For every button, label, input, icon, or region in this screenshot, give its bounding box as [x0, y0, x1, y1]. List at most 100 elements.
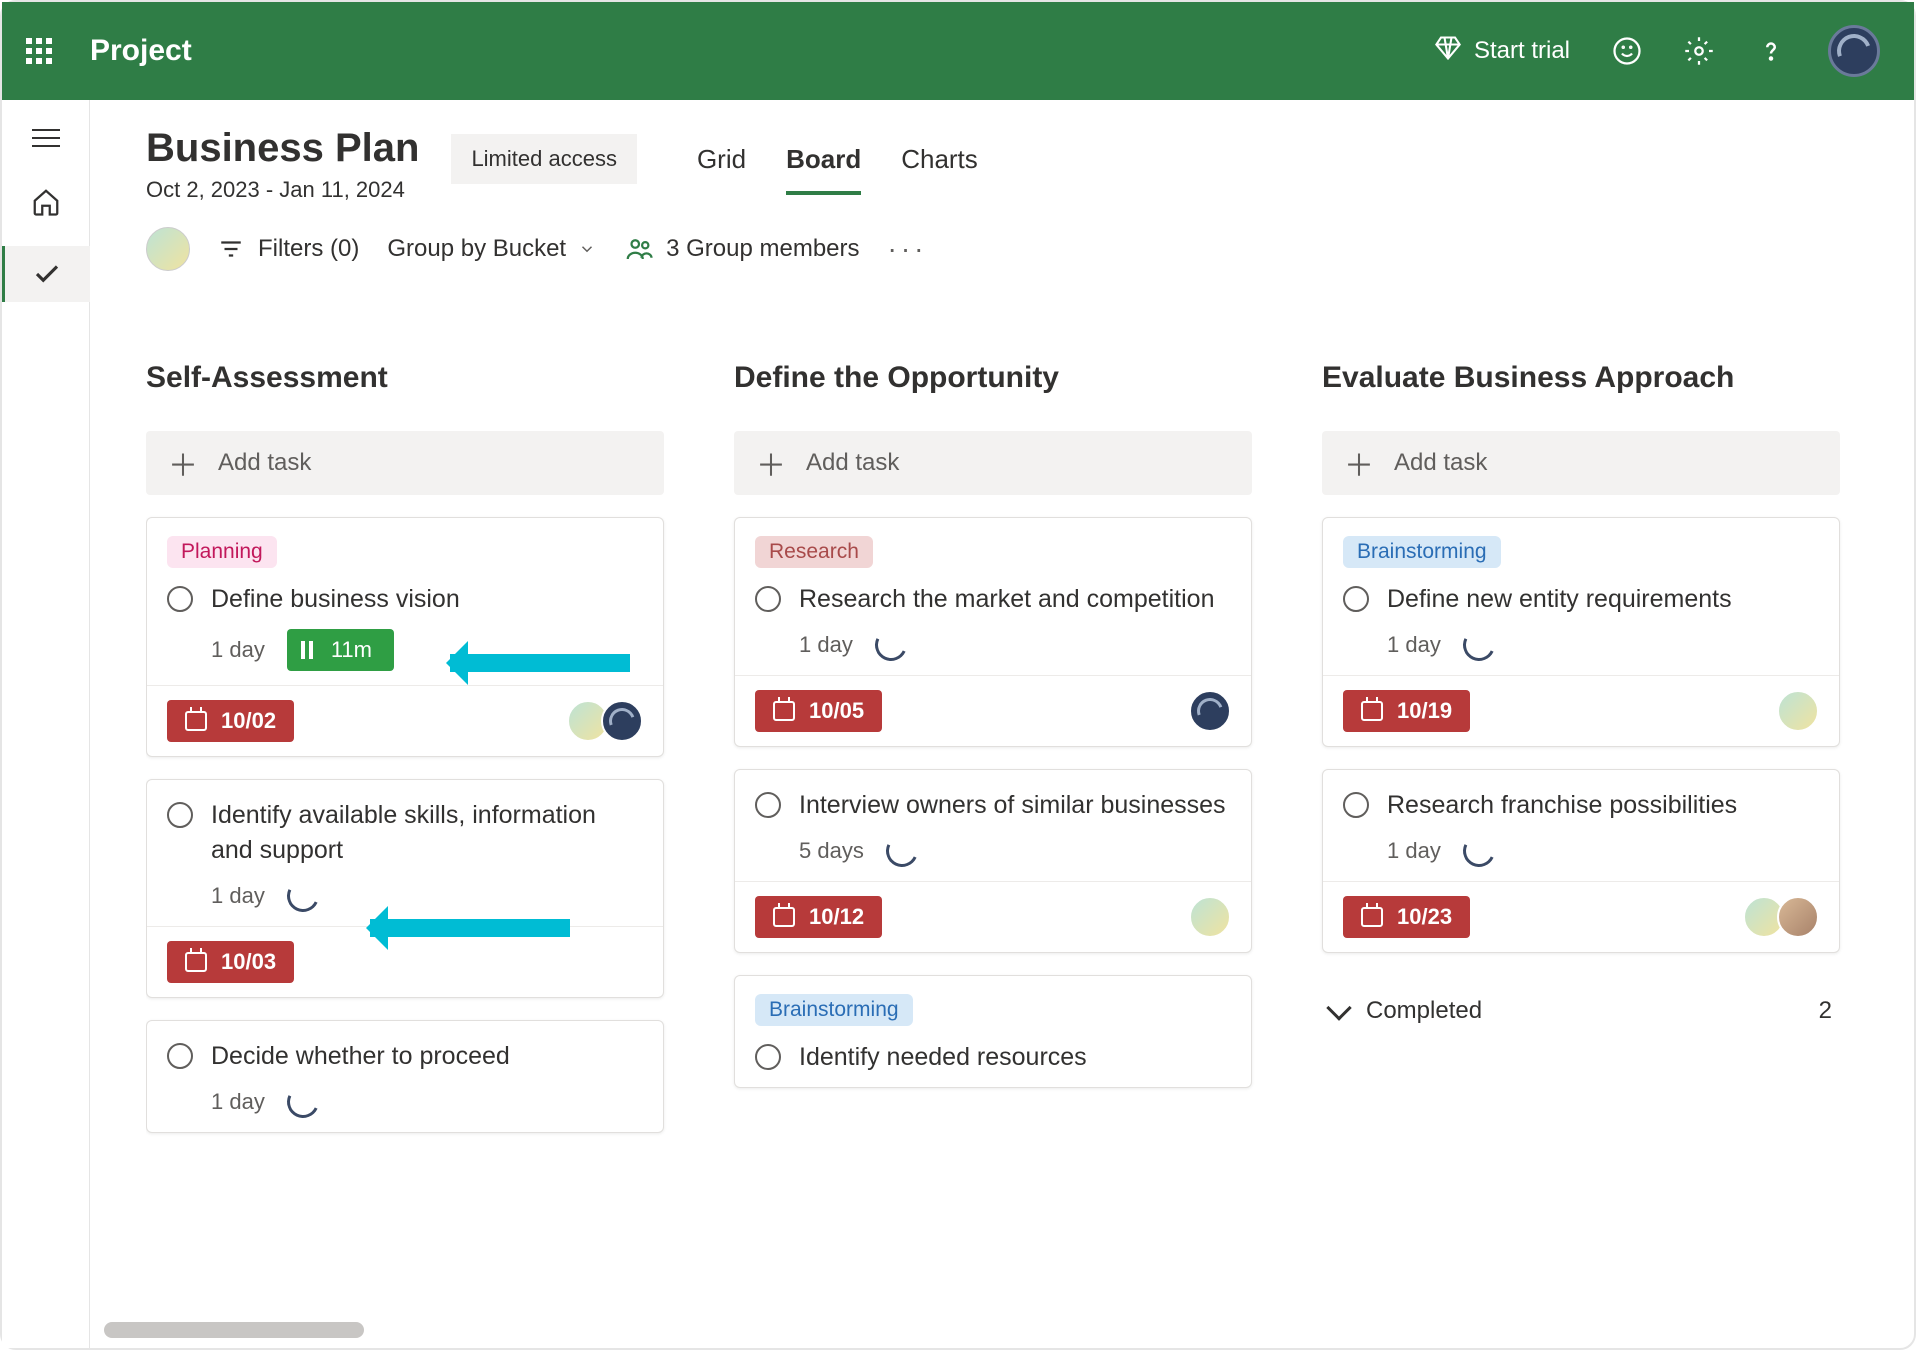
tab-board[interactable]: Board	[786, 144, 861, 195]
date-badge[interactable]: 10/19	[1343, 690, 1470, 732]
complete-toggle[interactable]	[167, 586, 193, 612]
date-badge[interactable]: 10/02	[167, 700, 294, 742]
progress-icon[interactable]	[1458, 830, 1499, 871]
tag-brainstorming[interactable]: Brainstorming	[755, 994, 913, 1026]
task-title: Decide whether to proceed	[211, 1039, 510, 1074]
task-title: Identify needed resources	[799, 1040, 1087, 1075]
task-duration: 1 day	[1387, 838, 1441, 864]
task-card[interactable]: Brainstorming Define new entity requirem…	[1322, 517, 1840, 747]
task-title: Research franchise possibilities	[1387, 788, 1737, 823]
completed-count: 2	[1819, 997, 1832, 1025]
project-dates: Oct 2, 2023 - Jan 11, 2024	[146, 177, 419, 203]
task-title: Define new entity requirements	[1387, 582, 1732, 617]
complete-toggle[interactable]	[1343, 586, 1369, 612]
task-card[interactable]: Identify available skills, information a…	[146, 779, 664, 998]
plus-icon: ＋	[1344, 441, 1374, 485]
task-duration: 1 day	[211, 637, 265, 663]
top-header: Project Start trial	[2, 2, 1914, 100]
task-card[interactable]: Decide whether to proceed 1 day	[146, 1020, 664, 1133]
assignee-avatar[interactable]	[1189, 690, 1231, 732]
start-trial-button[interactable]: Start trial	[1434, 34, 1570, 69]
complete-toggle[interactable]	[755, 586, 781, 612]
tasks-nav[interactable]	[2, 246, 90, 302]
assignees[interactable]	[575, 700, 643, 742]
task-card[interactable]: Research Research the market and competi…	[734, 517, 1252, 747]
project-title[interactable]: Business Plan	[146, 126, 419, 171]
home-nav[interactable]	[26, 182, 66, 222]
tab-grid[interactable]: Grid	[697, 144, 746, 195]
assignees[interactable]	[1785, 690, 1819, 732]
group-by-button[interactable]: Group by Bucket	[387, 235, 596, 263]
add-task-button[interactable]: ＋ Add task	[734, 431, 1252, 495]
calendar-icon	[1361, 701, 1383, 721]
gear-icon[interactable]	[1684, 36, 1714, 66]
assignees[interactable]	[1751, 896, 1819, 938]
date-badge[interactable]: 10/05	[755, 690, 882, 732]
home-icon	[31, 187, 61, 217]
progress-icon[interactable]	[881, 830, 922, 871]
horizontal-scrollbar[interactable]	[104, 1322, 364, 1338]
timer-badge[interactable]: 11m	[287, 629, 394, 671]
task-title: Interview owners of similar businesses	[799, 788, 1226, 823]
tab-charts[interactable]: Charts	[901, 144, 978, 195]
tag-brainstorming[interactable]: Brainstorming	[1343, 536, 1501, 568]
user-avatar[interactable]	[1828, 25, 1880, 77]
progress-icon[interactable]	[870, 624, 911, 665]
calendar-icon	[185, 711, 207, 731]
completed-section[interactable]: Completed 2	[1322, 983, 1840, 1039]
add-task-button[interactable]: ＋ Add task	[1322, 431, 1840, 495]
assignee-avatar[interactable]	[1777, 690, 1819, 732]
task-duration: 1 day	[1387, 632, 1441, 658]
assignee-avatar[interactable]	[1189, 896, 1231, 938]
task-duration: 1 day	[211, 883, 265, 909]
task-title: Research the market and competition	[799, 582, 1215, 617]
column-title[interactable]: Define the Opportunity	[734, 361, 1252, 395]
assignee-avatar[interactable]	[1777, 896, 1819, 938]
column-evaluate-approach: Evaluate Business Approach ＋ Add task Br…	[1322, 361, 1840, 1133]
complete-toggle[interactable]	[755, 1044, 781, 1070]
diamond-icon	[1434, 34, 1462, 69]
access-badge[interactable]: Limited access	[451, 134, 637, 184]
app-launcher-icon[interactable]	[26, 38, 52, 64]
task-card[interactable]: Planning Define business vision 1 day 11…	[146, 517, 664, 757]
assignees[interactable]	[1197, 690, 1231, 732]
tag-research[interactable]: Research	[755, 536, 873, 568]
annotation-arrow	[450, 654, 630, 672]
assignees[interactable]	[1197, 896, 1231, 938]
progress-icon[interactable]	[282, 1081, 323, 1122]
column-define-opportunity: Define the Opportunity ＋ Add task Resear…	[734, 361, 1252, 1133]
complete-toggle[interactable]	[755, 792, 781, 818]
task-card[interactable]: Brainstorming Identify needed resources	[734, 975, 1252, 1088]
app-title[interactable]: Project	[90, 34, 1434, 68]
assignee-avatar[interactable]	[601, 700, 643, 742]
calendar-icon	[1361, 907, 1383, 927]
complete-toggle[interactable]	[1343, 792, 1369, 818]
tag-planning[interactable]: Planning	[167, 536, 277, 568]
people-icon	[624, 234, 654, 264]
add-task-button[interactable]: ＋ Add task	[146, 431, 664, 495]
task-card[interactable]: Interview owners of similar businesses 5…	[734, 769, 1252, 953]
filters-button[interactable]: Filters (0)	[218, 235, 359, 263]
help-icon[interactable]	[1756, 36, 1786, 66]
chevron-down-icon	[1326, 995, 1351, 1020]
more-menu[interactable]: ···	[888, 233, 928, 265]
group-members-button[interactable]: 3 Group members	[624, 234, 859, 264]
column-title[interactable]: Self-Assessment	[146, 361, 664, 395]
progress-icon[interactable]	[282, 875, 323, 916]
date-badge[interactable]: 10/23	[1343, 896, 1470, 938]
plus-icon: ＋	[168, 441, 198, 485]
filter-icon	[218, 236, 244, 262]
date-badge[interactable]: 10/12	[755, 896, 882, 938]
complete-toggle[interactable]	[167, 1043, 193, 1069]
task-card[interactable]: Research franchise possibilities 1 day 1…	[1322, 769, 1840, 953]
smile-icon[interactable]	[1612, 36, 1642, 66]
project-avatar[interactable]	[146, 227, 190, 271]
complete-toggle[interactable]	[167, 802, 193, 828]
column-title[interactable]: Evaluate Business Approach	[1322, 361, 1840, 395]
menu-toggle[interactable]	[26, 118, 66, 158]
task-duration: 5 days	[799, 838, 864, 864]
main-content: Business Plan Oct 2, 2023 - Jan 11, 2024…	[90, 100, 1914, 1348]
progress-icon[interactable]	[1458, 624, 1499, 665]
date-badge[interactable]: 10/03	[167, 941, 294, 983]
task-duration: 1 day	[799, 632, 853, 658]
